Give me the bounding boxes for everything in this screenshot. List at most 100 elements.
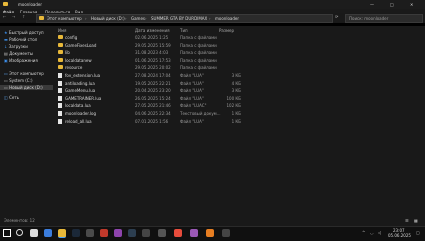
- column-header-date[interactable]: Дата изменения: [135, 28, 170, 33]
- file-name: antiloading.lua: [65, 80, 95, 86]
- breadcrumb-0[interactable]: Этот компьютер: [47, 16, 82, 21]
- breadcrumb-2[interactable]: Games: [131, 16, 145, 21]
- windows-start-icon[interactable]: [3, 229, 11, 237]
- folder-icon: [58, 35, 63, 39]
- window-title: moonloader: [18, 2, 42, 7]
- table-row[interactable]: lib 31.08.2023 4:03 Папка с файлами: [53, 49, 425, 56]
- app-icon[interactable]: [158, 229, 166, 237]
- details-view-icon[interactable]: ☰: [405, 218, 409, 223]
- table-row[interactable]: GameFixesLoad 29.05.2025 15:59 Папка с фай…: [53, 42, 425, 49]
- sidebar-item-label: Загрузки: [8, 44, 28, 49]
- taskbar-up-arrow-icon[interactable]: ^: [362, 230, 365, 235]
- close-button[interactable]: ✕: [410, 2, 413, 7]
- forward-button[interactable]: →: [12, 14, 15, 19]
- task-view-icon[interactable]: [30, 229, 38, 237]
- file-name: resource: [65, 65, 83, 71]
- address-bar[interactable]: Этот компьютер › Новый диск (D:) › Games…: [36, 14, 333, 23]
- sidebar-item-drive-c[interactable]: ▭ System (C:): [4, 78, 33, 83]
- star-icon: ★: [4, 30, 8, 35]
- file-type: Файл "LUA": [180, 95, 204, 101]
- table-row[interactable]: localdata.lua 27.05.2025 21:46 Файл "LUAC"…: [53, 102, 425, 109]
- column-header-name[interactable]: Имя: [58, 28, 66, 33]
- column-header-type[interactable]: Тип: [180, 28, 188, 33]
- table-row[interactable]: moonloader.log 04.06.2025 22:34 Текстовый …: [53, 110, 425, 117]
- back-button[interactable]: ←: [3, 14, 6, 19]
- app-icon[interactable]: [222, 229, 230, 237]
- breadcrumb-separator: ›: [209, 16, 211, 21]
- table-row[interactable]: config 02.06.2025 1:25 Папка с файлами: [53, 34, 425, 41]
- sidebar-item-label: System (C:): [9, 78, 33, 83]
- file-icon: [58, 111, 62, 116]
- sidebar-item-network[interactable]: ◫ Сеть: [4, 95, 19, 100]
- table-row[interactable]: resource 29.05.2025 20:02 Папка с файлами: [53, 64, 425, 71]
- file-date: 31.08.2023 4:03: [135, 50, 169, 56]
- taskbar-network-icon[interactable]: ◡: [370, 230, 374, 235]
- file-size: 102 КБ: [226, 103, 242, 109]
- file-name: lib: [65, 50, 70, 56]
- clock-date[interactable]: 05.06.2025: [388, 233, 411, 238]
- file-name: fov_extension.lua: [65, 73, 101, 78]
- file-date: 04.06.2025 22:34: [135, 111, 171, 116]
- file-size: 3 КБ: [231, 73, 241, 78]
- search-icon[interactable]: [16, 229, 23, 236]
- network-icon: ◫: [4, 95, 8, 100]
- file-name: localdatanew: [65, 57, 92, 63]
- breadcrumb-3[interactable]: SUMMER GTA BY DURDIMAX: [151, 16, 207, 21]
- sidebar-item-documents[interactable]: ▤ Документы: [4, 51, 33, 56]
- file-icon: [58, 118, 62, 124]
- breadcrumb-separator: ›: [145, 16, 147, 21]
- sidebar-item-downloads[interactable]: ↓ Загрузки: [4, 44, 28, 49]
- file-date: 01.06.2025 17:53: [135, 57, 171, 63]
- file-icon: [58, 95, 62, 101]
- sidebar-item-label: Быстрый доступ: [8, 30, 44, 35]
- sidebar-item-this-pc[interactable]: ▭ Этот компьютер: [4, 71, 44, 76]
- file-date: 29.05.2025 20:02: [135, 65, 171, 71]
- file-date: 27.05.2025 21:46: [135, 103, 171, 109]
- app-icon[interactable]: [100, 229, 108, 237]
- up-button[interactable]: ↑: [22, 14, 25, 19]
- refresh-button[interactable]: ⟳: [335, 14, 338, 19]
- title-bar: moonloader — □ ✕: [0, 0, 425, 9]
- breadcrumb-1[interactable]: Новый диск (D:): [91, 16, 125, 21]
- breadcrumb-4[interactable]: moonloader: [215, 16, 239, 21]
- breadcrumb-separator: ›: [125, 16, 127, 21]
- chrome-icon[interactable]: [174, 229, 182, 237]
- steam-icon[interactable]: [72, 229, 80, 237]
- minimize-button[interactable]: —: [370, 2, 374, 7]
- desktop-icon: ▬: [4, 37, 8, 42]
- file-date: 20.04.2025 23:20: [135, 88, 171, 94]
- file-type: Папка с файлами: [180, 50, 217, 56]
- app-icon[interactable]: [190, 229, 198, 237]
- sidebar-item-drive-d[interactable]: ▭ Новый диск (D:): [0, 85, 57, 90]
- app-icon[interactable]: [128, 229, 136, 237]
- taskbar-volume-icon[interactable]: ◁: [378, 230, 381, 235]
- notifications-icon[interactable]: ▢: [416, 230, 420, 235]
- tiles-view-icon[interactable]: ▦: [414, 218, 418, 223]
- app-icon[interactable]: [86, 229, 94, 237]
- maximize-button[interactable]: □: [390, 2, 394, 7]
- app-icon[interactable]: [142, 229, 150, 237]
- table-row[interactable]: fov_extension.lua 27.08.2024 17:04 Файл "L…: [53, 72, 425, 79]
- table-row[interactable]: GAMETRAINER.lua 26.05.2025 15:24 Файл "LUA…: [53, 95, 425, 102]
- app-icon[interactable]: [206, 229, 214, 237]
- column-header-size[interactable]: Размер: [219, 28, 234, 33]
- sidebar-item-desktop[interactable]: ▬ Рабочий стол: [4, 37, 37, 42]
- table-row[interactable]: reload_all.lua 07.01.2025 1:56 Файл "LUA" 1…: [53, 118, 425, 125]
- file-size: 100 КБ: [226, 95, 242, 101]
- file-type: Файл "LUA": [180, 118, 204, 124]
- file-icon: [58, 73, 62, 78]
- sidebar-item-label: Этот компьютер: [9, 71, 44, 76]
- app-icon[interactable]: [114, 229, 122, 237]
- file-size: 4 КБ: [231, 80, 241, 86]
- sidebar-item-quick-access[interactable]: ★ Быстрый доступ: [4, 30, 44, 35]
- table-row[interactable]: GameMenu.lua 20.04.2025 23:20 Файл "LUA" 3 …: [53, 87, 425, 94]
- sidebar-item-pictures[interactable]: ▣ Изображения: [4, 58, 38, 63]
- file-type: Файл "LUA": [180, 88, 204, 94]
- table-row[interactable]: antiloading.lua 19.05.2025 22:21 Файл "LUA…: [53, 80, 425, 87]
- file-type: Папка с файлами: [180, 42, 217, 48]
- file-explorer-icon[interactable]: [58, 229, 66, 238]
- table-row[interactable]: localdatanew 01.06.2025 17:53 Папка с файл…: [53, 57, 425, 64]
- browser-icon[interactable]: [44, 229, 52, 237]
- search-input[interactable]: Поиск: moonloader: [345, 14, 423, 23]
- file-type: Файл "LUA": [180, 80, 204, 86]
